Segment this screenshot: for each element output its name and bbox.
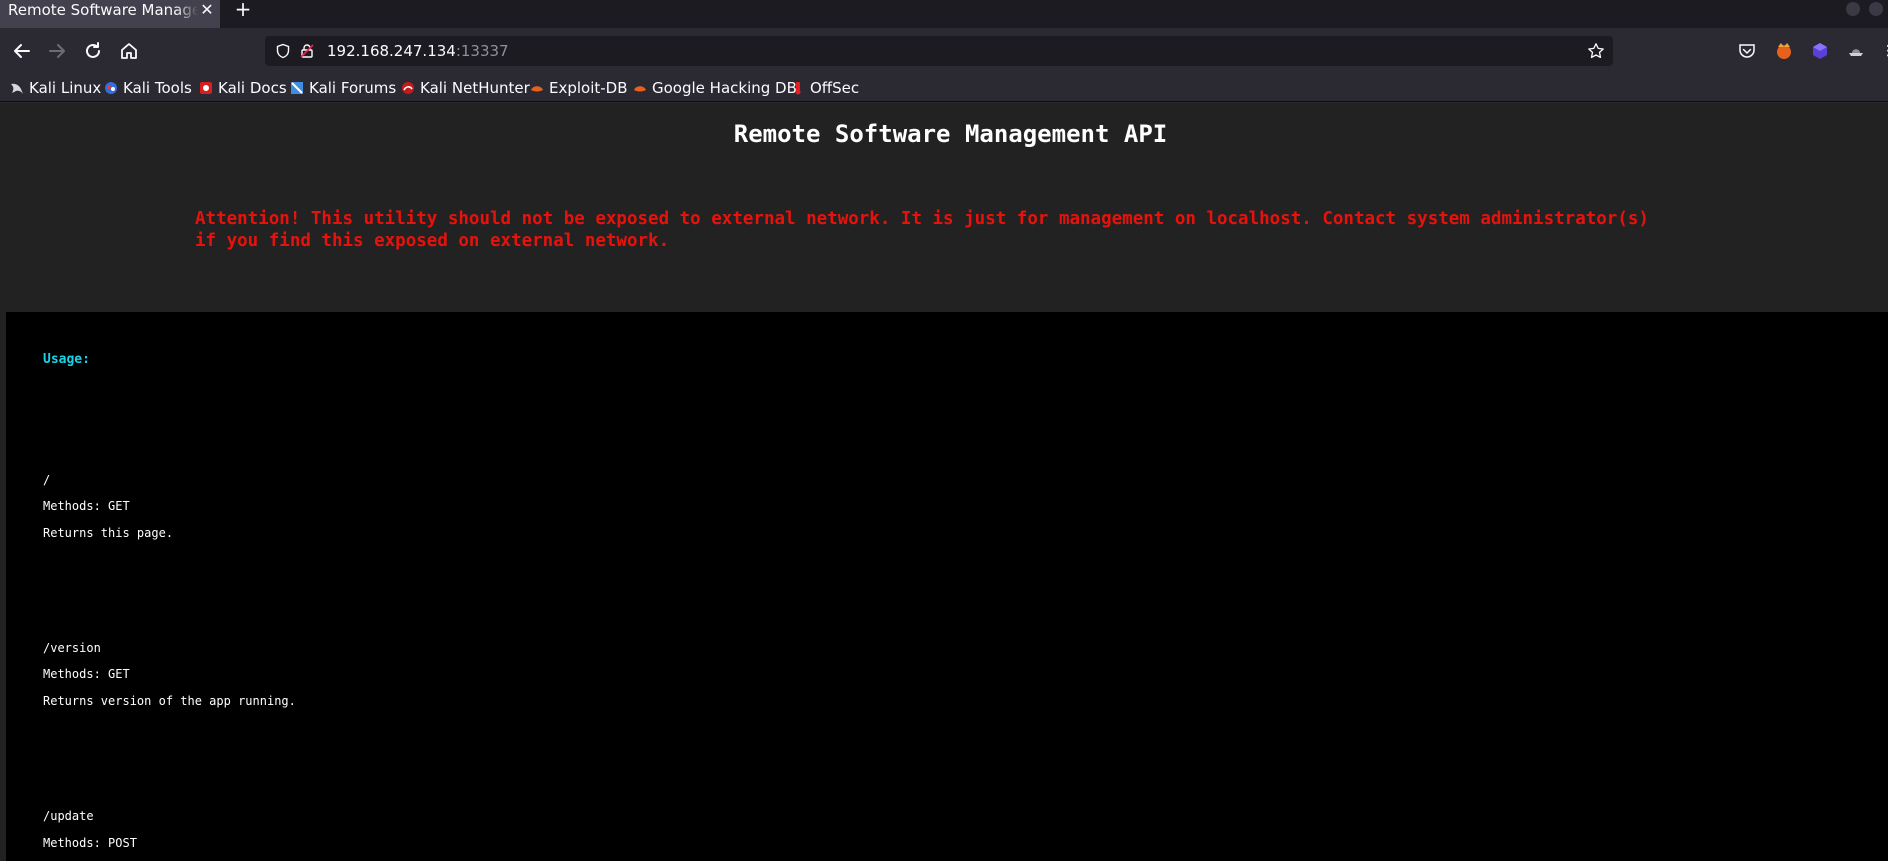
extension-hat-icon[interactable] — [1846, 42, 1866, 60]
warning-line: Attention! This utility should not be ex… — [195, 209, 1649, 229]
bookmark-kali-linux[interactable]: Kali Linux — [10, 78, 101, 98]
bookmark-google-hacking-db[interactable]: Google Hacking DB — [633, 78, 797, 98]
browser-tab[interactable]: Remote Software Management API ✕ — [0, 0, 220, 28]
url-host: 192.168.247.134 — [327, 42, 456, 60]
offsec-icon — [795, 82, 801, 95]
warning-message: Attention! This utility should not be ex… — [195, 208, 1715, 252]
url-port: :13337 — [455, 42, 509, 60]
tab-strip: Remote Software Management API ✕ + — [0, 0, 1888, 28]
bookmark-star-icon[interactable] — [1587, 42, 1605, 60]
bookmark-label: Kali Tools — [123, 79, 192, 97]
usage-panel: Usage: / Methods: GET Returns this page.… — [6, 312, 1888, 861]
back-arrow-icon[interactable] — [10, 39, 34, 63]
extension-fox-icon[interactable] — [1774, 41, 1794, 61]
endpoint-methods: Methods: POST — [43, 836, 137, 850]
kali-forums-icon — [291, 82, 303, 94]
tab-title: Remote Software Management API — [8, 1, 198, 19]
bookmark-label: Kali Linux — [29, 79, 102, 97]
bookmark-label: Kali Docs — [218, 79, 287, 97]
kali-nethunter-icon — [402, 82, 414, 94]
reload-icon[interactable] — [81, 39, 105, 63]
endpoint-methods: Methods: GET — [43, 499, 130, 513]
new-tab-button[interactable]: + — [233, 0, 253, 20]
navigation-bar: 192.168.247.134:13337 ⋮ — [0, 28, 1888, 74]
bookmark-kali-nethunter[interactable]: Kali NetHunter — [401, 78, 530, 98]
ghdb-icon — [634, 86, 646, 92]
overflow-menu-icon[interactable]: ⋮ — [1881, 42, 1888, 60]
warning-line: if you find this exposed on external net… — [195, 231, 670, 251]
bookmark-label: Kali Forums — [309, 79, 397, 97]
tab-close-icon[interactable]: ✕ — [200, 0, 214, 20]
url-text[interactable]: 192.168.247.134:13337 — [327, 42, 509, 60]
tracking-shield-icon[interactable] — [275, 43, 291, 59]
exploit-db-icon — [531, 86, 543, 92]
page-content: Remote Software Management API Attention… — [0, 103, 1888, 861]
pocket-icon[interactable] — [1738, 42, 1756, 60]
bookmark-label: Exploit-DB — [549, 79, 628, 97]
window-close-button[interactable] — [1869, 2, 1883, 16]
bookmark-offsec[interactable]: OffSec — [791, 78, 859, 98]
endpoint-path: /version — [43, 641, 101, 655]
kali-dragon-icon — [11, 83, 23, 94]
endpoint-path: /update — [43, 809, 94, 823]
kali-tools-icon — [105, 82, 117, 94]
bookmark-label: OffSec — [810, 79, 860, 97]
url-bar[interactable]: 192.168.247.134:13337 — [265, 36, 1613, 66]
forward-arrow-icon[interactable] — [45, 39, 69, 63]
bookmark-exploit-db[interactable]: Exploit-DB — [530, 78, 628, 98]
extension-cube-icon[interactable] — [1810, 41, 1830, 61]
window-minimize-button[interactable] — [1846, 2, 1860, 16]
bookmark-kali-tools[interactable]: Kali Tools — [104, 78, 192, 98]
page-title: Remote Software Management API — [733, 120, 1168, 148]
insecure-lock-icon[interactable] — [299, 43, 315, 59]
endpoint-description: Returns version of the app running. — [43, 694, 296, 708]
home-icon[interactable] — [117, 39, 141, 63]
kali-docs-icon — [200, 82, 212, 94]
endpoint-description: Returns this page. — [43, 526, 174, 540]
endpoint-path: / — [43, 473, 51, 487]
bookmarks-bar: Kali Linux Kali Tools Kali Docs Kali For… — [0, 74, 1888, 102]
bookmark-kali-docs[interactable]: Kali Docs — [199, 78, 287, 98]
endpoint-methods: Methods: GET — [43, 667, 130, 681]
bookmark-label: Kali NetHunter — [420, 79, 530, 97]
usage-heading: Usage: — [43, 352, 90, 367]
bookmark-kali-forums[interactable]: Kali Forums — [290, 78, 396, 98]
bookmark-label: Google Hacking DB — [652, 79, 797, 97]
